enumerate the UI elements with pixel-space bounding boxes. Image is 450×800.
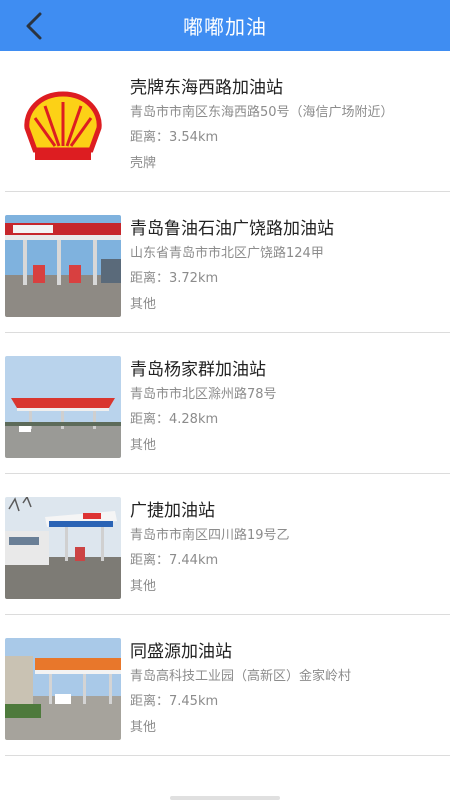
station-brand: 其他 — [130, 720, 157, 735]
station-distance: 距离：7.45km — [130, 694, 219, 709]
station-list-item[interactable]: 青岛杨家群加油站 青岛市市北区滁州路78号 距离：4.28km 其他 — [5, 333, 450, 474]
station-name: 青岛鲁油石油广饶路加油站 — [130, 219, 334, 239]
shell-logo — [5, 74, 121, 176]
station-photo-red-canopy — [5, 215, 121, 317]
station-list-item[interactable]: 广捷加油站 青岛市市南区四川路19号乙 距离：7.44km 其他 — [5, 474, 450, 615]
station-photo-trees — [5, 497, 121, 599]
back-button[interactable] — [24, 8, 64, 44]
station-brand: 其他 — [130, 579, 157, 594]
station-photo-orange-canopy — [5, 638, 121, 740]
station-address: 青岛市市北区滁州路78号 — [130, 387, 277, 402]
station-list-item[interactable]: 壳牌东海西路加油站 青岛市市南区东海西路50号（海信广场附近） 距离：3.54k… — [5, 51, 450, 192]
app-header: 嘟嘟加油 — [0, 0, 450, 51]
station-list: 壳牌东海西路加油站 青岛市市南区东海西路50号（海信广场附近） 距离：3.54k… — [0, 51, 450, 756]
station-address: 青岛高科技工业园（高新区）金家岭村 — [130, 669, 352, 684]
scroll-edge-indicator — [170, 796, 280, 800]
station-list-item[interactable]: 同盛源加油站 青岛高科技工业园（高新区）金家岭村 距离：7.45km 其他 — [5, 615, 450, 756]
station-distance: 距离：7.44km — [130, 553, 219, 568]
station-distance: 距离：3.54km — [130, 130, 219, 145]
station-brand: 壳牌 — [130, 156, 157, 171]
station-address: 青岛市市南区四川路19号乙 — [130, 528, 290, 543]
station-distance: 距离：3.72km — [130, 271, 219, 286]
station-brand: 其他 — [130, 297, 157, 312]
station-name: 青岛杨家群加油站 — [130, 360, 266, 380]
station-name: 广捷加油站 — [130, 501, 215, 521]
station-distance: 距离：4.28km — [130, 412, 219, 427]
station-name: 壳牌东海西路加油站 — [130, 78, 283, 98]
station-name: 同盛源加油站 — [130, 642, 232, 662]
station-address: 青岛市市南区东海西路50号（海信广场附近） — [130, 105, 394, 120]
page-title: 嘟嘟加油 — [183, 15, 267, 39]
station-list-item[interactable]: 青岛鲁油石油广饶路加油站 山东省青岛市市北区广饶路124甲 距离：3.72km … — [5, 192, 450, 333]
station-address: 山东省青岛市市北区广饶路124甲 — [130, 246, 324, 261]
chevron-left-icon — [26, 12, 42, 40]
station-brand: 其他 — [130, 438, 157, 453]
station-photo-flat-canopy — [5, 356, 121, 458]
